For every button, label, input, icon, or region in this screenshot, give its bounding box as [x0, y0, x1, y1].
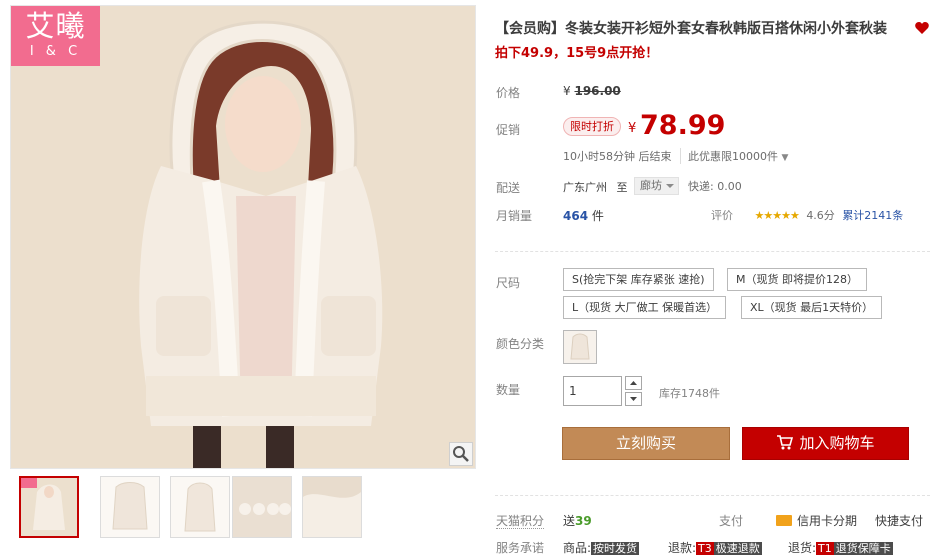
cart-icon — [777, 435, 794, 450]
color-label: 颜色分类 — [496, 337, 545, 351]
points-value: 39 — [575, 514, 592, 528]
service-return-code: T1 — [816, 542, 834, 555]
main-product-image[interactable]: 艾曦 I & C — [10, 5, 476, 469]
review-count-link[interactable]: 累计2141条 — [842, 209, 903, 222]
original-price-value: 196.00 — [574, 84, 621, 98]
shipping-origin-city: 广东广州 — [563, 181, 607, 194]
size-option-s[interactable]: S(抢完下架 库存紧张 速抢) — [563, 268, 714, 291]
rating-label: 评价 — [711, 209, 733, 222]
service-return-label: 退货: — [788, 541, 817, 555]
service-label: 服务承诺 — [496, 541, 545, 555]
promo-countdown: 10小时58分钟 后结束 — [563, 150, 672, 163]
thumbnail-2[interactable] — [100, 476, 160, 538]
service-refund-badge[interactable]: 极速退款 — [713, 542, 762, 555]
promo-limit[interactable]: 此优惠限10000件 ▼ — [680, 148, 788, 164]
rating: 评价 ★★★★★ 4.6分 累计2141条 — [711, 207, 903, 223]
brand-logo-en: I & C — [29, 44, 82, 59]
credit-card-icon — [776, 515, 792, 526]
size-label: 尺码 — [496, 276, 521, 290]
service-goods-label: 商品: — [563, 541, 592, 555]
thumbnail-strip — [10, 476, 476, 546]
brand-logo: 艾曦 I & C — [11, 6, 100, 66]
sales-count: 464 件 — [563, 207, 604, 224]
promo-price-currency: ¥ — [628, 121, 637, 136]
product-title: 【会员购】冬装女装开衫短外套女春秋韩版百搭休闲小外套秋装 — [495, 21, 887, 37]
shipping-fee: 快递: 0.00 — [688, 180, 742, 193]
credit-installment[interactable]: 信用卡分期 — [776, 512, 857, 529]
pay-label: 支付 — [719, 514, 744, 528]
promo-tag: 限时打折 — [563, 117, 621, 136]
quantity-decrease-icon[interactable] — [625, 392, 642, 406]
rating-score: 4.6分 — [806, 209, 835, 222]
thumbnail-1[interactable] — [19, 476, 79, 538]
points-send: 送 — [563, 514, 576, 528]
sales-count-unit: 件 — [591, 209, 604, 223]
sales-count-value: 464 — [563, 209, 589, 223]
add-to-cart-label: 加入购物车 — [799, 434, 875, 452]
zoom-icon[interactable] — [449, 442, 473, 466]
thumbnail-5[interactable] — [302, 476, 362, 538]
shipping-origin: 广东广州 至 — [563, 179, 628, 195]
tmall-points: 送39 — [563, 512, 592, 529]
promo-limit-text: 此优惠限10000件 — [688, 150, 778, 163]
price-label: 价格 — [496, 86, 521, 100]
product-subtitle: 拍下49.9，15号9点开抢！ — [495, 46, 659, 61]
brand-logo-cn: 艾曦 — [25, 9, 86, 43]
quantity-increase-icon[interactable] — [625, 376, 642, 390]
size-option-l[interactable]: L（现货 大厂做工 保暖首选） — [563, 296, 727, 319]
original-price: ¥ 196.00 — [563, 84, 621, 98]
divider — [495, 251, 930, 252]
service-refund-code: T3 — [696, 542, 714, 555]
sales-label: 月销量 — [496, 209, 533, 223]
add-to-cart-button[interactable]: 加入购物车 — [742, 427, 909, 460]
credit-installment-text: 信用卡分期 — [797, 514, 858, 528]
original-price-currency: ¥ — [563, 84, 571, 98]
shipping-to: 至 — [616, 181, 628, 194]
size-option-m[interactable]: M（现货 即将提价128） — [727, 268, 867, 291]
service-return-badge[interactable]: 退货保障卡 — [833, 542, 893, 555]
service-return: 退货: T1 退货保障卡 — [788, 539, 893, 556]
chevron-down-icon: ▼ — [781, 153, 789, 163]
quantity-label: 数量 — [496, 383, 521, 397]
service-goods-badge[interactable]: 按时发货 — [591, 542, 640, 555]
service-refund-fast: 退款: T3 极速退款 — [668, 539, 762, 556]
promo-price: 78.99 — [640, 110, 726, 141]
fast-pay[interactable]: 快捷支付 — [875, 512, 923, 529]
buy-now-button[interactable]: 立刻购买 — [562, 427, 730, 460]
service-refund-label: 退款: — [668, 541, 697, 555]
stock-count: 库存1748件 — [659, 387, 720, 400]
divider — [495, 495, 930, 496]
tmall-points-label-text: 天猫积分 — [496, 514, 545, 529]
rating-stars-icon: ★★★★★ — [754, 209, 800, 222]
promo-label: 促销 — [496, 123, 521, 137]
shipping-label: 配送 — [496, 181, 521, 195]
thumbnail-4[interactable] — [232, 476, 292, 538]
service-goods: 商品: 按时发货 — [563, 539, 640, 556]
size-option-xl[interactable]: XL（现货 最后1天特价） — [741, 296, 883, 319]
thumbnail-3[interactable] — [170, 476, 230, 538]
tmall-points-label[interactable]: 天猫积分 — [496, 512, 545, 529]
quantity-input[interactable]: 1 — [563, 376, 622, 406]
shipping-destination-select[interactable]: 廊坊 — [634, 177, 679, 195]
model-photo — [11, 6, 475, 468]
favorite-icon[interactable] — [914, 20, 930, 36]
color-option-swatch[interactable] — [563, 330, 597, 364]
